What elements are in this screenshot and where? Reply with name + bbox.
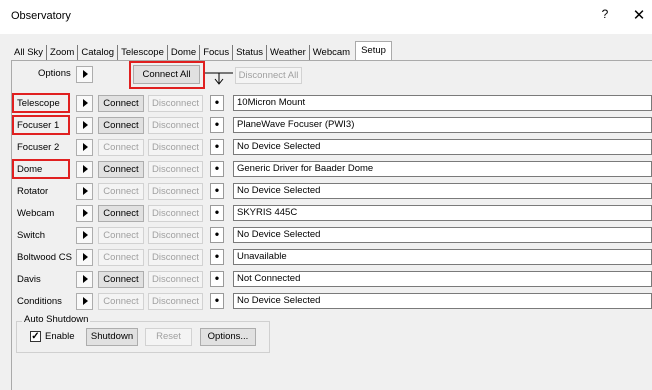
tab-catalog[interactable]: Catalog [78, 45, 119, 61]
enable-checkbox[interactable]: ✓ [30, 331, 41, 342]
device-menu-arrow-icon[interactable] [76, 205, 93, 222]
disconnect-button-focuser-1[interactable]: Disconnect [148, 117, 203, 134]
device-chooser-button-focuser-2[interactable]: • [210, 139, 224, 155]
connect-button-rotator[interactable]: Connect [98, 183, 144, 200]
shutdown-button[interactable]: Shutdown [86, 328, 138, 346]
options-label: Options [38, 68, 71, 79]
options-menu-arrow-icon[interactable] [76, 66, 93, 83]
device-menu-arrow-icon[interactable] [76, 139, 93, 156]
title-bar: Observatory ? ✕ [0, 0, 652, 34]
help-button[interactable]: ? [598, 7, 612, 25]
device-menu-arrow-icon[interactable] [76, 227, 93, 244]
disconnect-button-telescope[interactable]: Disconnect [148, 95, 203, 112]
disconnect-button-webcam[interactable]: Disconnect [148, 205, 203, 222]
device-chooser-button-davis[interactable]: • [210, 271, 224, 287]
device-chooser-button-telescope[interactable]: • [210, 95, 224, 111]
disconnect-button-rotator[interactable]: Disconnect [148, 183, 203, 200]
connect-button-boltwood-cs[interactable]: Connect [98, 249, 144, 266]
disconnect-button-dome[interactable]: Disconnect [148, 161, 203, 178]
tab-weather[interactable]: Weather [267, 45, 310, 61]
disconnect-button-switch[interactable]: Disconnect [148, 227, 203, 244]
connect-all-highlight [129, 61, 205, 89]
disconnect-all-button[interactable]: Disconnect All [235, 67, 302, 84]
checkmark-icon: ✓ [31, 331, 40, 342]
device-chooser-button-rotator[interactable]: • [210, 183, 224, 199]
device-name-field-focuser-1: PlaneWave Focuser (PWI3) [233, 117, 652, 133]
disconnect-button-conditions[interactable]: Disconnect [148, 293, 203, 310]
tab-telescope[interactable]: Telescope [118, 45, 168, 61]
connect-button-focuser-2[interactable]: Connect [98, 139, 144, 156]
device-chooser-button-dome[interactable]: • [210, 161, 224, 177]
device-chooser-button-conditions[interactable]: • [210, 293, 224, 309]
device-name-field-switch: No Device Selected [233, 227, 652, 243]
device-menu-arrow-icon[interactable] [76, 249, 93, 266]
disconnect-button-boltwood-cs[interactable]: Disconnect [148, 249, 203, 266]
device-label-switch: Switch [17, 230, 45, 241]
connect-button-focuser-1[interactable]: Connect [98, 117, 144, 134]
enable-label: Enable [45, 331, 75, 342]
device-name-field-focuser-2: No Device Selected [233, 139, 652, 155]
tab-webcam[interactable]: Webcam [310, 45, 353, 61]
device-menu-arrow-icon[interactable] [76, 161, 93, 178]
device-label-conditions: Conditions [17, 296, 62, 307]
device-chooser-button-webcam[interactable]: • [210, 205, 224, 221]
device-label-focuser-2: Focuser 2 [17, 142, 60, 153]
tab-status[interactable]: Status [233, 45, 268, 61]
device-name-field-rotator: No Device Selected [233, 183, 652, 199]
connect-order-arrow-icon [205, 72, 233, 85]
device-label-boltwood-cs: Boltwood CS [17, 252, 72, 263]
device-menu-arrow-icon[interactable] [76, 95, 93, 112]
tab-setup[interactable]: Setup [355, 41, 392, 61]
device-name-field-webcam: SKYRIS 445C [233, 205, 652, 221]
close-button[interactable]: ✕ [631, 6, 647, 24]
connect-button-webcam[interactable]: Connect [98, 205, 144, 222]
connect-button-telescope[interactable]: Connect [98, 95, 144, 112]
connect-button-dome[interactable]: Connect [98, 161, 144, 178]
device-highlight-focuser-1 [12, 115, 70, 135]
connect-button-davis[interactable]: Connect [98, 271, 144, 288]
tab-dome[interactable]: Dome [168, 45, 201, 61]
device-menu-arrow-icon[interactable] [76, 117, 93, 134]
reset-button[interactable]: Reset [145, 328, 192, 346]
device-chooser-button-boltwood-cs[interactable]: • [210, 249, 224, 265]
tab-focus[interactable]: Focus [200, 45, 234, 61]
device-label-rotator: Rotator [17, 186, 49, 197]
device-chooser-button-switch[interactable]: • [210, 227, 224, 243]
device-highlight-telescope [12, 93, 70, 113]
auto-shutdown-title: Auto Shutdown [22, 314, 91, 325]
device-name-field-conditions: No Device Selected [233, 293, 652, 309]
shutdown-options-button[interactable]: Options... [200, 328, 256, 346]
device-menu-arrow-icon[interactable] [76, 271, 93, 288]
device-name-field-telescope: 10Micron Mount [233, 95, 652, 111]
connect-button-switch[interactable]: Connect [98, 227, 144, 244]
window-title: Observatory [11, 10, 71, 22]
disconnect-button-focuser-2[interactable]: Disconnect [148, 139, 203, 156]
tab-all-sky[interactable]: All Sky [11, 45, 48, 61]
device-chooser-button-focuser-1[interactable]: • [210, 117, 224, 133]
connect-button-conditions[interactable]: Connect [98, 293, 144, 310]
device-highlight-dome [12, 159, 70, 179]
tab-strip: All Sky Zoom Catalog Telescope Dome Focus Stat… [11, 41, 392, 61]
device-name-field-davis: Not Connected [233, 271, 652, 287]
device-label-webcam: Webcam [17, 208, 55, 219]
device-name-field-boltwood-cs: Unavailable [233, 249, 652, 265]
tab-zoom[interactable]: Zoom [47, 45, 79, 61]
device-menu-arrow-icon[interactable] [76, 293, 93, 310]
device-menu-arrow-icon[interactable] [76, 183, 93, 200]
device-label-davis: Davis [17, 274, 41, 285]
device-name-field-dome: Generic Driver for Baader Dome [233, 161, 652, 177]
disconnect-button-davis[interactable]: Disconnect [148, 271, 203, 288]
